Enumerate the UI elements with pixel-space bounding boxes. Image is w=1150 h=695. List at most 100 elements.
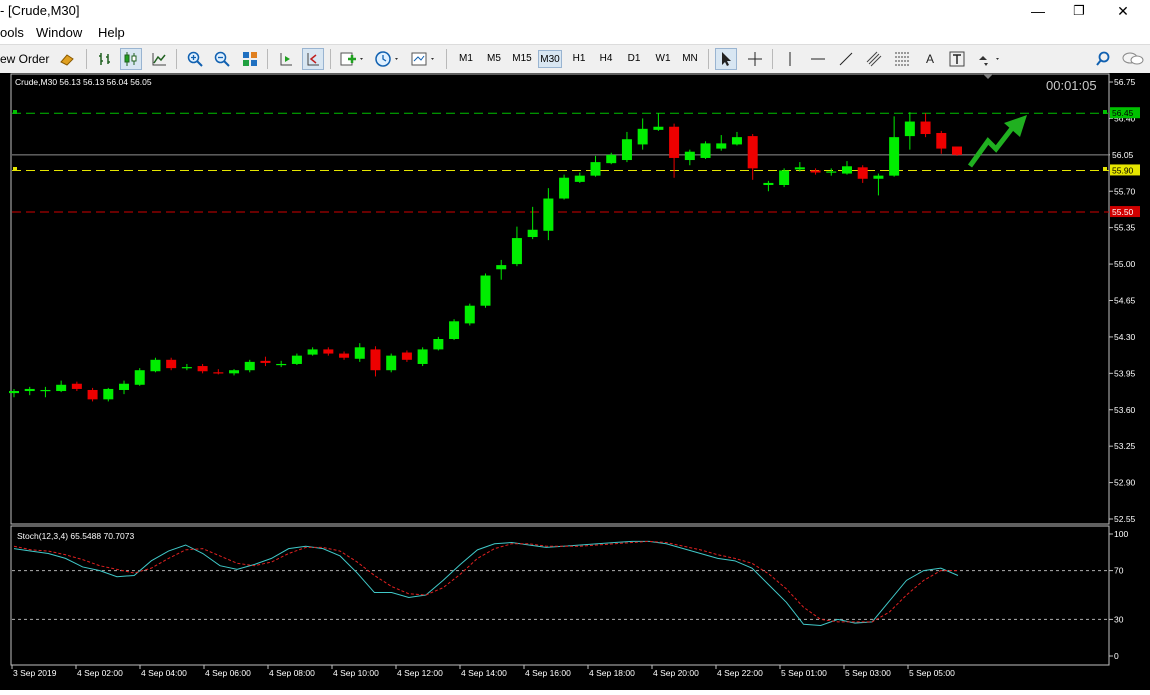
candle-body <box>779 170 790 186</box>
restore-button[interactable]: ❐ <box>1056 0 1102 22</box>
candle-body <box>716 143 727 149</box>
timeframe-d1[interactable]: D1 <box>622 50 646 68</box>
chart-shift-marker-icon <box>983 74 993 79</box>
price-tick-label: 56.75 <box>1114 77 1136 87</box>
candle-body <box>731 137 742 145</box>
text-icon[interactable]: A <box>919 48 941 70</box>
candle-body <box>590 162 601 176</box>
vertical-line-icon[interactable] <box>779 48 801 70</box>
time-tick-label: 4 Sep 06:00 <box>205 668 251 678</box>
candle-body <box>181 367 192 369</box>
time-tick-label: 3 Sep 2019 <box>13 668 57 678</box>
crosshair-icon[interactable] <box>744 48 766 70</box>
candle-body <box>87 389 98 400</box>
level-marker-right <box>1103 110 1107 114</box>
text-label-icon[interactable] <box>946 48 968 70</box>
candle-body <box>276 363 287 366</box>
indicator-header: Stoch(12,3,4) 65.5488 70.7073 <box>17 531 134 541</box>
price-tick-label: 55.35 <box>1114 223 1136 233</box>
chart-shift-icon[interactable] <box>275 48 297 70</box>
candle-body <box>449 321 460 339</box>
stoch-tick-label: 70 <box>1114 566 1124 576</box>
title-bar: - [Crude,M30] — ❐ ✕ <box>0 0 1150 22</box>
candle-body <box>24 388 35 392</box>
timeframe-m15[interactable]: M15 <box>509 50 535 68</box>
candle-body <box>213 372 224 374</box>
time-tick-label: 5 Sep 01:00 <box>781 668 827 678</box>
time-tick-label: 4 Sep 22:00 <box>717 668 763 678</box>
autoscroll-icon[interactable] <box>302 48 324 70</box>
menu-help[interactable]: Help <box>98 25 125 40</box>
candle-body <box>763 182 774 186</box>
candle-body <box>339 353 350 358</box>
candle-body <box>841 166 852 174</box>
candle-body <box>166 359 177 369</box>
timeframe-m5[interactable]: M5 <box>482 50 506 68</box>
candle-body <box>653 126 664 130</box>
line-chart-icon[interactable] <box>148 48 170 70</box>
chart-canvas[interactable]: 56.7556.4056.0555.7055.3555.0054.6554.30… <box>0 73 1150 690</box>
equidistant-channel-icon[interactable] <box>863 48 885 70</box>
close-button[interactable]: ✕ <box>1100 0 1146 22</box>
timeframe-h4[interactable]: H4 <box>594 50 618 68</box>
candle-body <box>260 360 271 363</box>
time-tick-label: 4 Sep 18:00 <box>589 668 635 678</box>
periods-clock-icon[interactable] <box>372 48 402 70</box>
timeframe-h1[interactable]: H1 <box>567 50 591 68</box>
horizontal-line-icon[interactable] <box>807 48 829 70</box>
zoom-out-icon[interactable] <box>211 48 233 70</box>
price-tick-label: 55.00 <box>1114 259 1136 269</box>
candle-body <box>543 198 554 231</box>
candle-body <box>904 121 915 137</box>
window-title: - [Crude,M30] <box>0 3 80 18</box>
time-tick-label: 4 Sep 16:00 <box>525 668 571 678</box>
candlestick-chart-icon[interactable] <box>120 48 142 70</box>
level-marker-left <box>13 110 17 114</box>
candle-body <box>56 384 67 392</box>
candle-body <box>700 143 711 158</box>
price-tick-label: 53.25 <box>1114 441 1136 451</box>
bar-chart-icon[interactable] <box>94 48 116 70</box>
level-labels: 56.45 56.05 55.90 55.50 <box>1110 107 1140 218</box>
candle-body <box>197 366 208 372</box>
timeframe-mn[interactable]: MN <box>678 50 702 68</box>
candle-body <box>71 383 82 389</box>
candle-body <box>370 349 381 371</box>
candle-body <box>119 383 130 390</box>
indicators-icon[interactable] <box>337 48 367 70</box>
chart-header: Crude,M30 56.13 56.13 56.04 56.05 <box>15 77 152 87</box>
menu-tools[interactable]: ools <box>0 25 24 40</box>
candle-body <box>291 355 302 364</box>
time-axis: 3 Sep 2019 4 Sep 02:00 4 Sep 04:00 4 Sep 06… <box>11 665 955 678</box>
chart-window[interactable]: 56.7556.4056.0555.7055.3555.0054.6554.30… <box>0 73 1150 690</box>
time-tick-label: 4 Sep 14:00 <box>461 668 507 678</box>
new-order-button[interactable]: ew Order <box>0 48 52 70</box>
menu-window[interactable]: Window <box>36 25 82 40</box>
toolbar: ew Order M1 M5 M15 M30 H1 H4 D1 W1 MN A <box>0 44 1150 74</box>
timeframe-w1[interactable]: W1 <box>651 50 675 68</box>
time-tick-label: 4 Sep 04:00 <box>141 668 187 678</box>
search-icon[interactable] <box>1092 48 1114 70</box>
candle-body <box>511 238 522 265</box>
zoom-in-icon[interactable] <box>184 48 206 70</box>
arrows-icon[interactable] <box>974 48 1004 70</box>
candle-body <box>669 126 680 158</box>
tile-windows-icon[interactable] <box>239 48 261 70</box>
candle-body <box>747 136 758 169</box>
candle-body <box>952 146 962 155</box>
chat-icon[interactable] <box>1120 48 1146 70</box>
templates-icon[interactable] <box>408 48 438 70</box>
minimize-button[interactable]: — <box>1015 0 1061 22</box>
timeframe-m30[interactable]: M30 <box>538 50 562 68</box>
level-marker-right <box>1103 167 1107 171</box>
cursor-icon[interactable] <box>715 48 737 70</box>
level-label: 55.50 <box>1112 207 1134 217</box>
price-tick-label: 54.65 <box>1114 296 1136 306</box>
trendline-icon[interactable] <box>835 48 857 70</box>
order-icon[interactable] <box>56 48 78 70</box>
candle-body <box>637 128 648 145</box>
timeframe-m1[interactable]: M1 <box>454 50 478 68</box>
fibonacci-icon[interactable] <box>891 48 913 70</box>
level-label: 56.45 <box>1112 108 1134 118</box>
candle-body <box>480 275 491 306</box>
